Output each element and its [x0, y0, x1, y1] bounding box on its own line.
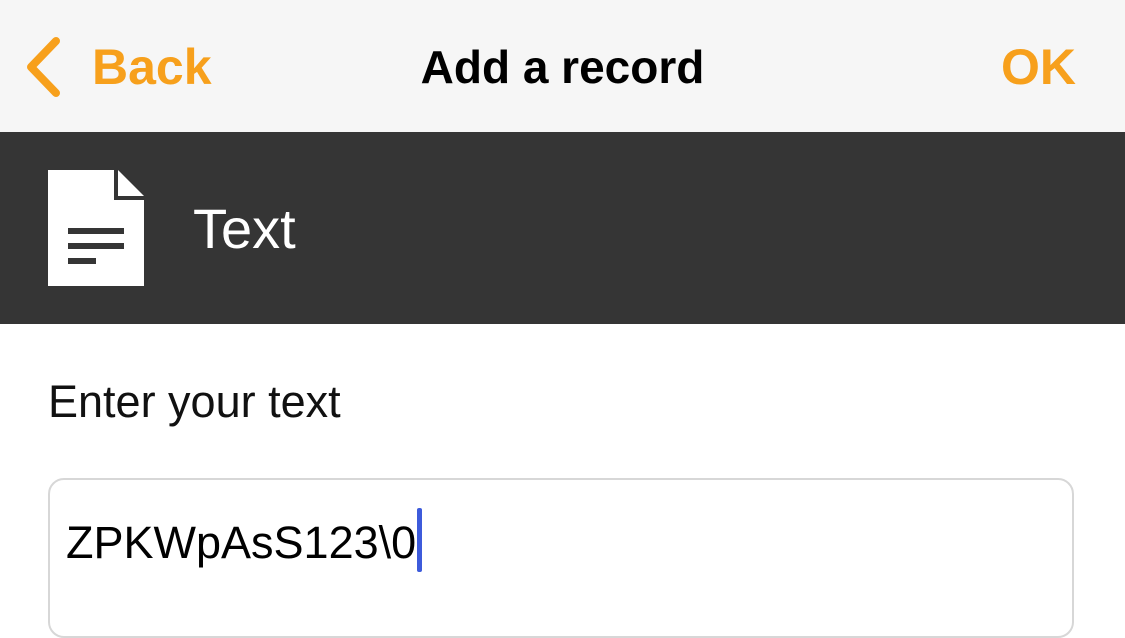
text-input-content: ZPKWpAsS123\0 [66, 517, 417, 568]
ok-button[interactable]: OK [1001, 36, 1076, 98]
text-input-value[interactable]: ZPKWpAsS123\0 [66, 508, 423, 572]
back-button[interactable]: Back [24, 36, 212, 98]
navigation-bar: Back Add a record OK [0, 0, 1125, 132]
record-type-label: Text [193, 197, 296, 260]
back-label: Back [92, 39, 212, 95]
document-icon [48, 170, 144, 286]
text-prompt-label: Enter your text [48, 376, 341, 427]
text-caret [417, 508, 423, 572]
record-type-header: Text [0, 132, 1125, 324]
text-input-field[interactable]: ZPKWpAsS123\0 [48, 478, 1074, 638]
chevron-left-icon [27, 37, 60, 97]
